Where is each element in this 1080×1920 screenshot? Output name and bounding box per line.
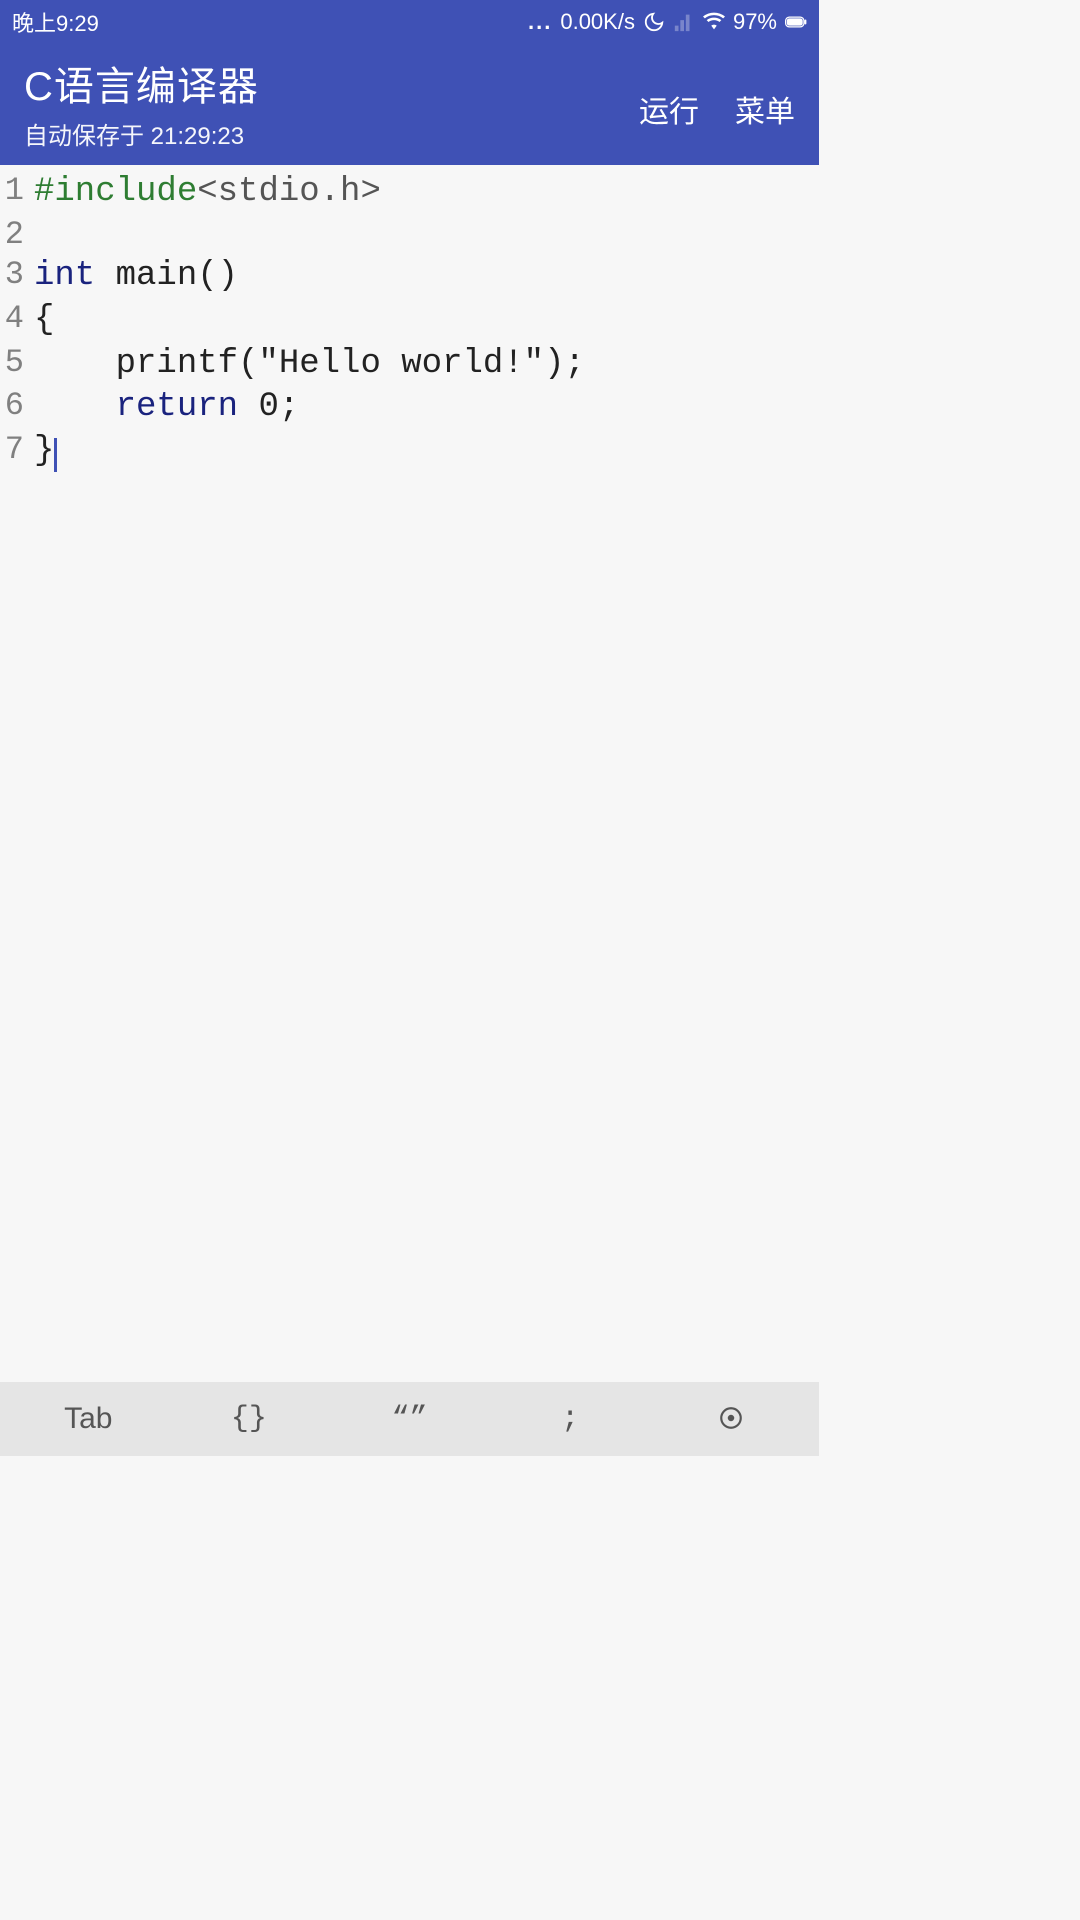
code-content: return 0; [28,386,299,430]
code-line: 7 } [0,430,819,474]
autosave-subtitle: 自动保存于 21:29:23 [24,116,259,151]
wifi-icon [703,11,725,33]
dnd-moon-icon [643,11,665,33]
code-line: 3 int main() [0,255,819,299]
app-bar-actions: 运行 菜单 [639,75,795,131]
run-button[interactable]: 运行 [639,87,699,131]
app-bar-left: C语言编译器 自动保存于 21:29:23 [24,54,259,151]
battery-pct: 97% [733,9,777,35]
line-number: 2 [0,215,28,256]
code-line: 1 #include<stdio.h> [0,171,819,215]
app-bar: C语言编译器 自动保存于 21:29:23 运行 菜单 [0,44,819,165]
line-number: 4 [0,299,28,343]
text-cursor [54,438,57,472]
network-speed: 0.00K/s [560,9,635,35]
code-content: int main() [28,255,238,299]
code-content: { [28,299,54,343]
signal-icon [673,11,695,33]
menu-button[interactable]: 菜单 [735,87,795,131]
code-content: printf("Hello world!"); [28,343,585,387]
more-icon: ... [528,9,552,35]
line-number: 5 [0,343,28,387]
shortcut-quotes[interactable]: “” [329,1402,490,1436]
shortcut-target-icon[interactable] [650,1402,811,1436]
app-title: C语言编译器 [24,54,259,112]
code-line: 6 return 0; [0,386,819,430]
shortcut-tab[interactable]: Tab [8,1402,169,1436]
line-number: 3 [0,255,28,299]
status-right: ... 0.00K/s 97% [528,9,807,35]
code-line: 2 [0,215,819,256]
code-editor[interactable]: 1 #include<stdio.h> 2 3 int main() 4 { 5… [0,165,819,1382]
line-number: 6 [0,386,28,430]
status-bar: 晚上9:29 ... 0.00K/s 97% [0,0,819,44]
line-number: 7 [0,430,28,474]
code-line: 5 printf("Hello world!"); [0,343,819,387]
shortcut-semicolon[interactable]: ; [490,1402,651,1436]
battery-icon [785,11,807,33]
status-time: 晚上9:29 [12,6,99,38]
code-content [28,215,34,256]
code-content: } [28,430,57,474]
shortcut-bar: Tab {} “” ; [0,1382,819,1456]
shortcut-braces[interactable]: {} [169,1402,330,1436]
code-content: #include<stdio.h> [28,171,381,215]
code-line: 4 { [0,299,819,343]
line-number: 1 [0,171,28,215]
